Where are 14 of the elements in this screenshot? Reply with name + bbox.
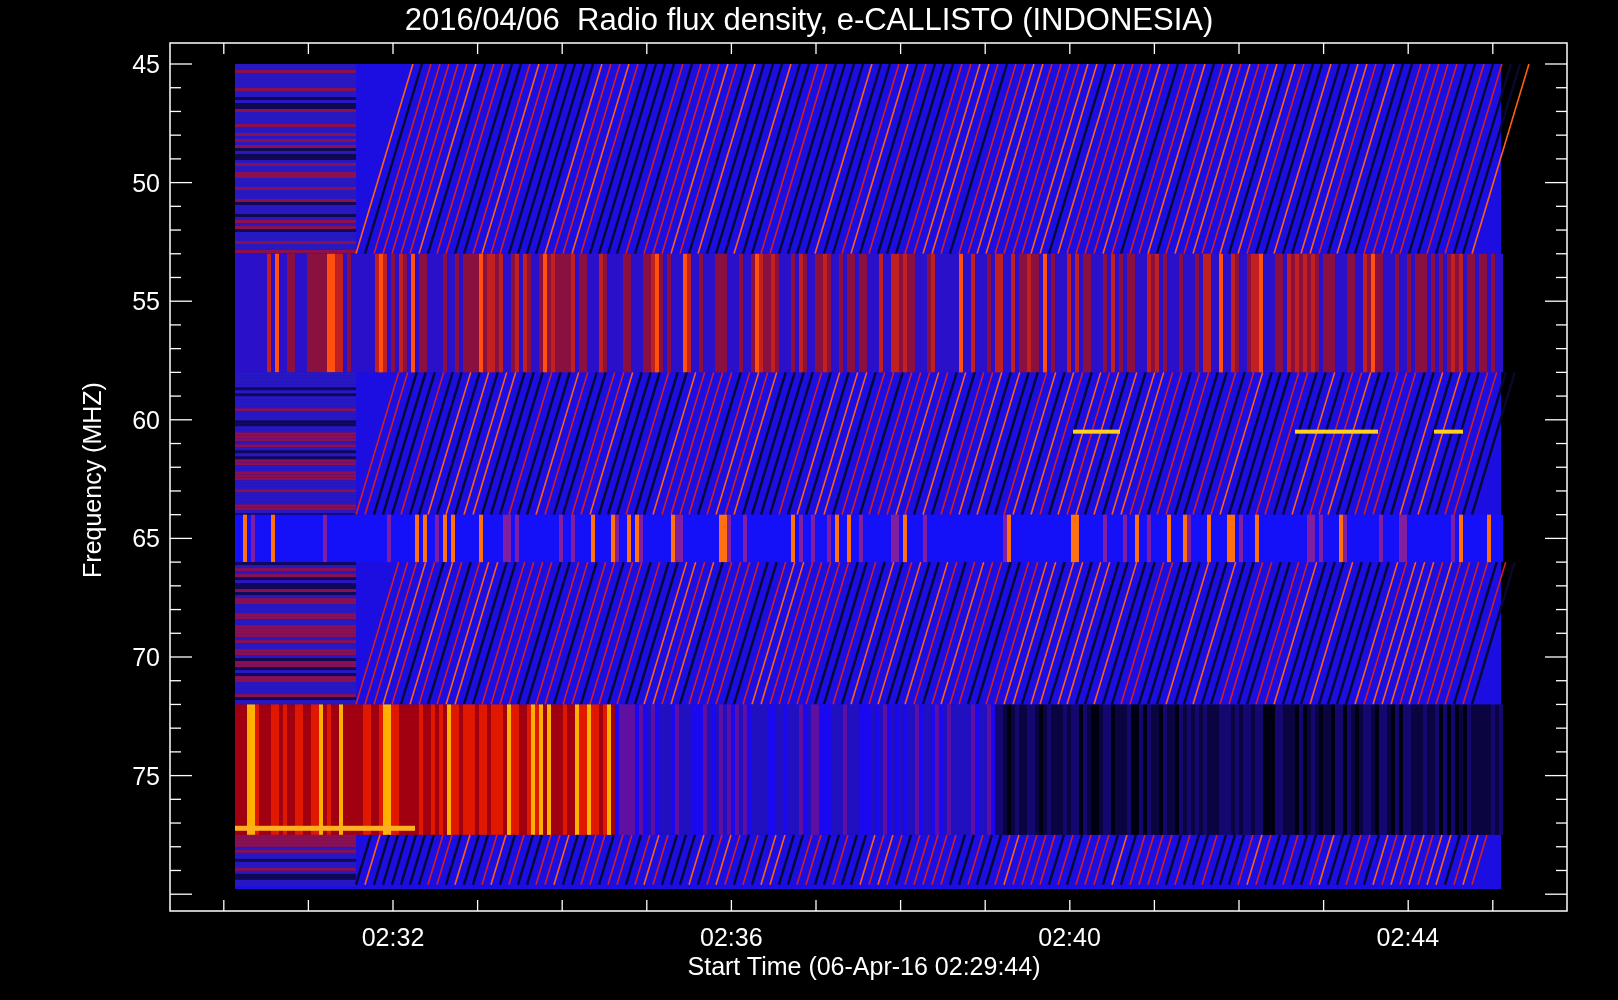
x-tick-label: 02:40 xyxy=(1038,923,1101,951)
y-tick-label: 65 xyxy=(132,524,160,553)
y-tick-label: 75 xyxy=(132,761,160,790)
x-axis-label: Start Time (06-Apr-16 02:29:44) xyxy=(687,952,1041,980)
y-tick-label: 60 xyxy=(132,405,160,434)
y-tick-label: 70 xyxy=(132,643,160,671)
y-tick-label: 55 xyxy=(132,287,160,316)
x-tick-label: 02:32 xyxy=(361,923,425,951)
x-tick-label: 02:44 xyxy=(1376,923,1440,951)
x-tick-label: 02:36 xyxy=(700,923,763,951)
y-tick-label: 50 xyxy=(132,168,160,197)
y-tick-label: 45 xyxy=(132,50,160,78)
y-axis-label: Frequency (MHZ) xyxy=(78,382,106,578)
chart-title: 2016/04/06 Radio flux density, e-CALLISTO (INDONESIA) xyxy=(404,2,1214,37)
